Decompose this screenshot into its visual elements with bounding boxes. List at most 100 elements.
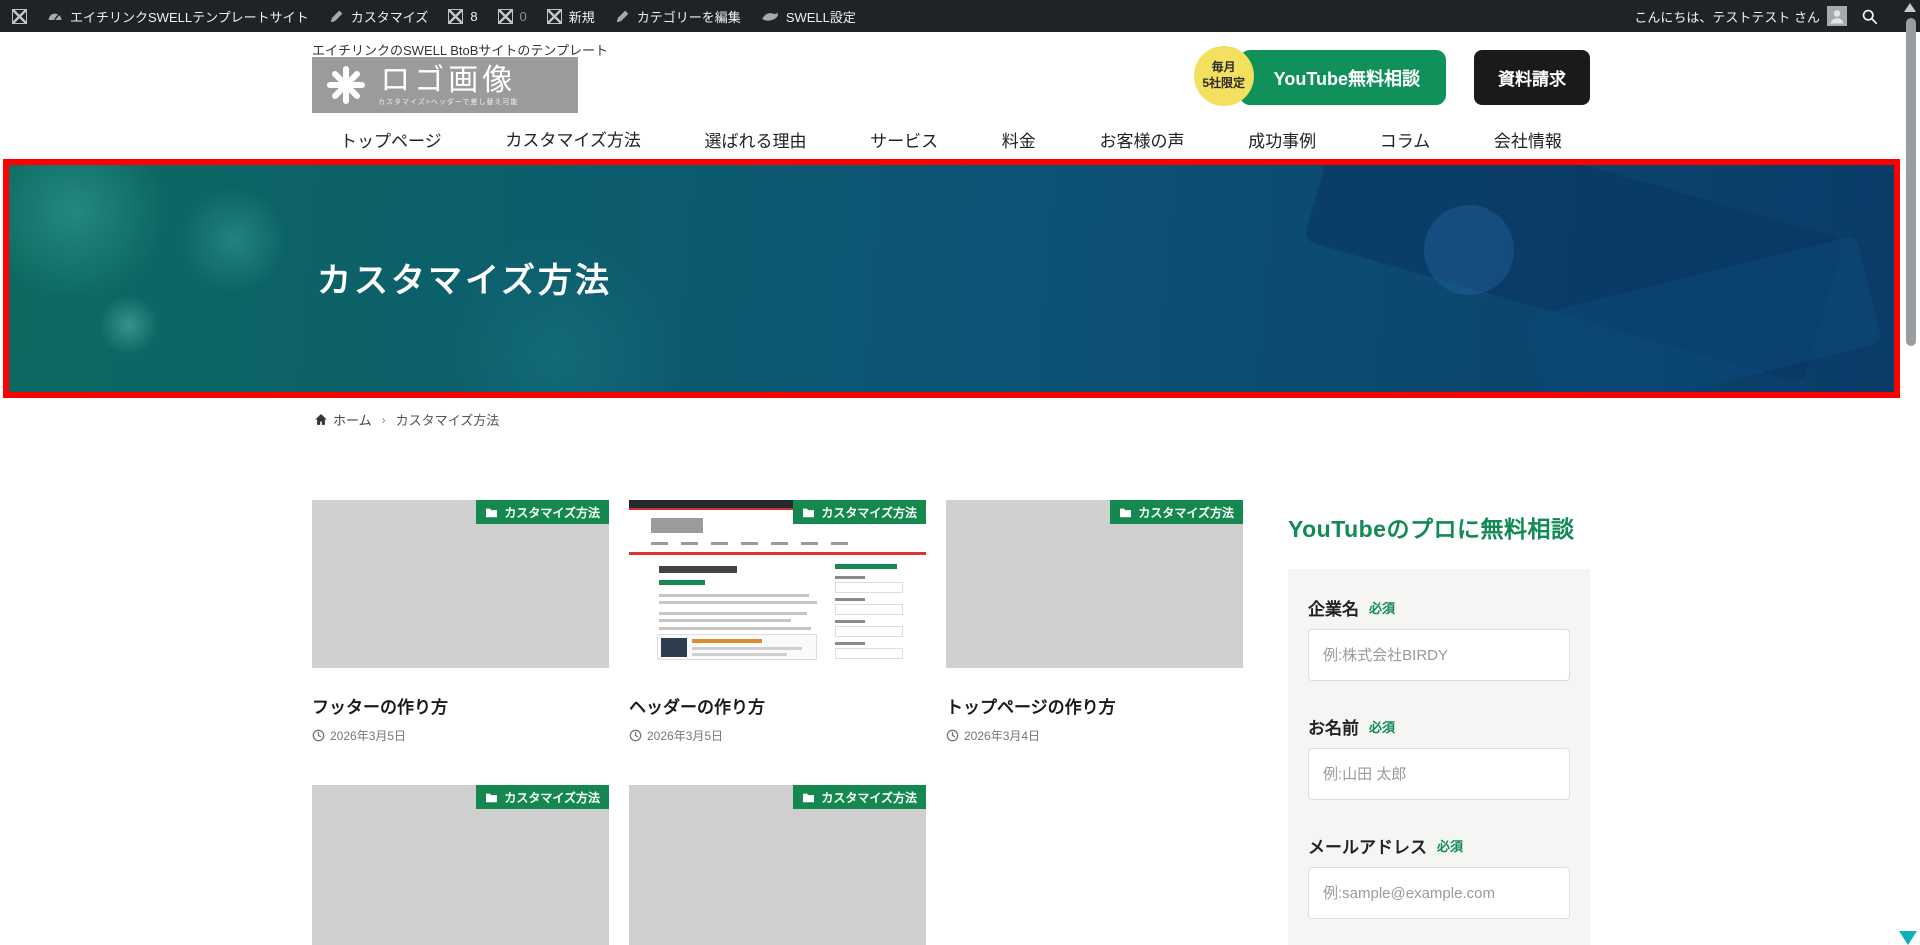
swell-settings-menu[interactable]: SWELL設定: [761, 7, 856, 26]
category-label: カスタマイズ方法: [504, 504, 600, 521]
thumbnail-mini-site: [629, 500, 926, 668]
category-badge[interactable]: カスタマイズ方法: [793, 785, 926, 809]
breadcrumb: ホーム › カスタマイズ方法: [314, 410, 499, 429]
post-card-row2-1[interactable]: カスタマイズ方法: [312, 785, 609, 945]
nav-item-service[interactable]: サービス: [866, 118, 942, 161]
site-header: エイチリンクのSWELL BtoBサイトのテンプレート ロゴ画像 カスタマイズ>…: [0, 32, 1920, 159]
post-thumbnail-placeholder: カスタマイズ方法: [629, 785, 926, 945]
breadcrumb-home-link[interactable]: ホーム: [314, 410, 372, 429]
edit-category-menu[interactable]: カテゴリーを編集: [615, 7, 741, 26]
updates-menu[interactable]: 8: [448, 9, 477, 24]
post-thumbnail-placeholder: カスタマイズ方法: [312, 785, 609, 945]
scrollbar-thumb[interactable]: [1906, 18, 1916, 346]
required-badge: 必須: [1369, 717, 1395, 736]
folder-icon: [802, 507, 815, 518]
header-cta-group: 毎月 5社限定 YouTube無料相談 資料請求: [1240, 50, 1590, 105]
post-date-text: 2026年3月5日: [330, 727, 406, 744]
edit-pencil-icon: [615, 9, 630, 24]
nav-item-top[interactable]: トップページ: [336, 118, 446, 161]
contact-form: 企業名 必須 お名前 必須 メールアドレス 必須: [1288, 569, 1590, 945]
my-account-menu[interactable]: こんにちは、テストテスト さん: [1634, 6, 1847, 26]
comments-menu[interactable]: 0: [498, 9, 527, 24]
required-badge: 必須: [1437, 836, 1463, 855]
category-badge[interactable]: カスタマイズ方法: [476, 500, 609, 524]
post-title: トップページの作り方: [946, 693, 1243, 718]
post-date: 2026年3月4日: [946, 727, 1243, 744]
home-icon: [314, 413, 328, 426]
pencil-icon: [329, 9, 344, 24]
post-title: フッターの作り方: [312, 693, 609, 718]
sidebar-form-heading: YouTubeのプロに無料相談: [1288, 510, 1590, 544]
badge-line1: 毎月: [1212, 60, 1236, 76]
post-thumbnail-screenshot: カスタマイズ方法: [629, 500, 926, 668]
bokeh-decoration: [99, 295, 159, 355]
wordpress-logo-icon: [12, 9, 27, 24]
category-label: カスタマイズ方法: [821, 789, 917, 806]
site-name-label: エイチリンクSWELLテンプレートサイト: [70, 7, 309, 26]
category-badge[interactable]: カスタマイズ方法: [793, 500, 926, 524]
scrollbar-up-arrow[interactable]: [1904, 3, 1916, 12]
post-card-footer-howto[interactable]: カスタマイズ方法 フッターの作り方 2026年3月5日: [312, 500, 609, 744]
category-badge[interactable]: カスタマイズ方法: [1110, 500, 1243, 524]
swell-settings-label: SWELL設定: [786, 7, 856, 26]
nav-item-column[interactable]: コラム: [1376, 118, 1435, 161]
clock-icon: [629, 729, 642, 742]
admin-search-button[interactable]: [1861, 8, 1878, 25]
field-name: お名前 必須: [1308, 714, 1570, 800]
site-logo[interactable]: ロゴ画像 カスタマイズ>ヘッダーで差し替え可能: [312, 57, 578, 113]
name-input[interactable]: [1308, 748, 1570, 800]
document-request-button[interactable]: 資料請求: [1474, 50, 1590, 105]
customize-label: カスタマイズ: [351, 7, 429, 26]
badge-line2: 5社限定: [1202, 76, 1245, 92]
machinery-decoration: [1424, 205, 1514, 295]
updates-count: 8: [470, 9, 477, 24]
post-card-toppage-howto[interactable]: カスタマイズ方法 トップページの作り方 2026年3月4日: [946, 500, 1243, 744]
new-content-menu[interactable]: 新規: [547, 7, 595, 26]
avatar: [1827, 6, 1847, 26]
post-card-row2-2[interactable]: カスタマイズ方法: [629, 785, 926, 945]
global-nav: トップページ カスタマイズ方法 選ばれる理由 サービス 料金 お客様の声 成功事…: [312, 120, 1590, 159]
site-name-menu[interactable]: エイチリンクSWELLテンプレートサイト: [47, 7, 309, 26]
dashboard-gauge-icon: [47, 8, 63, 24]
comments-count: 0: [520, 9, 527, 24]
category-label: カスタマイズ方法: [1138, 504, 1234, 521]
nav-item-customize[interactable]: カスタマイズ方法: [501, 117, 645, 163]
clock-icon: [946, 729, 959, 742]
page-title-banner[interactable]: カスタマイズ方法: [3, 159, 1900, 398]
company-label: 企業名: [1308, 595, 1359, 620]
edit-category-label: カテゴリーを編集: [637, 7, 741, 26]
page: エイチリンクSWELLテンプレートサイト カスタマイズ 8 0 新規: [0, 0, 1920, 945]
email-input[interactable]: [1308, 867, 1570, 919]
post-card-header-howto[interactable]: カスタマイズ方法 ヘッダーの作り方 2026年3月5日: [629, 500, 926, 744]
youtube-consult-button[interactable]: YouTube無料相談: [1240, 50, 1446, 105]
nav-item-voices[interactable]: お客様の声: [1095, 118, 1188, 161]
wp-logo-menu[interactable]: [12, 9, 27, 24]
folder-icon: [802, 792, 815, 803]
logo-text: ロゴ画像: [380, 64, 516, 97]
updates-icon: [448, 9, 463, 24]
nav-item-pricing[interactable]: 料金: [998, 118, 1040, 161]
customize-menu[interactable]: カスタマイズ: [329, 7, 429, 26]
breadcrumb-current: カスタマイズ方法: [396, 410, 500, 429]
nav-item-reasons[interactable]: 選ばれる理由: [700, 118, 810, 161]
search-icon: [1861, 8, 1878, 25]
nav-item-company[interactable]: 会社情報: [1490, 118, 1566, 161]
field-company: 企業名 必須: [1308, 595, 1570, 681]
company-input[interactable]: [1308, 629, 1570, 681]
bokeh-decoration: [179, 185, 289, 295]
folder-icon: [485, 792, 498, 803]
folder-icon: [485, 507, 498, 518]
nav-item-cases[interactable]: 成功事例: [1244, 118, 1320, 161]
category-badge[interactable]: カスタマイズ方法: [476, 785, 609, 809]
post-date: 2026年3月5日: [312, 727, 609, 744]
post-thumbnail-placeholder: カスタマイズ方法: [946, 500, 1243, 668]
comments-icon: [498, 9, 513, 24]
post-list: カスタマイズ方法 フッターの作り方 2026年3月5日: [312, 500, 1244, 945]
swell-whale-icon: [761, 10, 779, 23]
name-label: お名前: [1308, 714, 1359, 739]
folder-icon: [1119, 507, 1132, 518]
sidebar: YouTubeのプロに無料相談 企業名 必須 お名前 必須 メールアドレス: [1288, 510, 1590, 945]
required-badge: 必須: [1369, 598, 1395, 617]
scroll-corner-arrow[interactable]: [1899, 931, 1917, 945]
greeting-text: こんにちは、テストテスト さん: [1634, 7, 1820, 26]
